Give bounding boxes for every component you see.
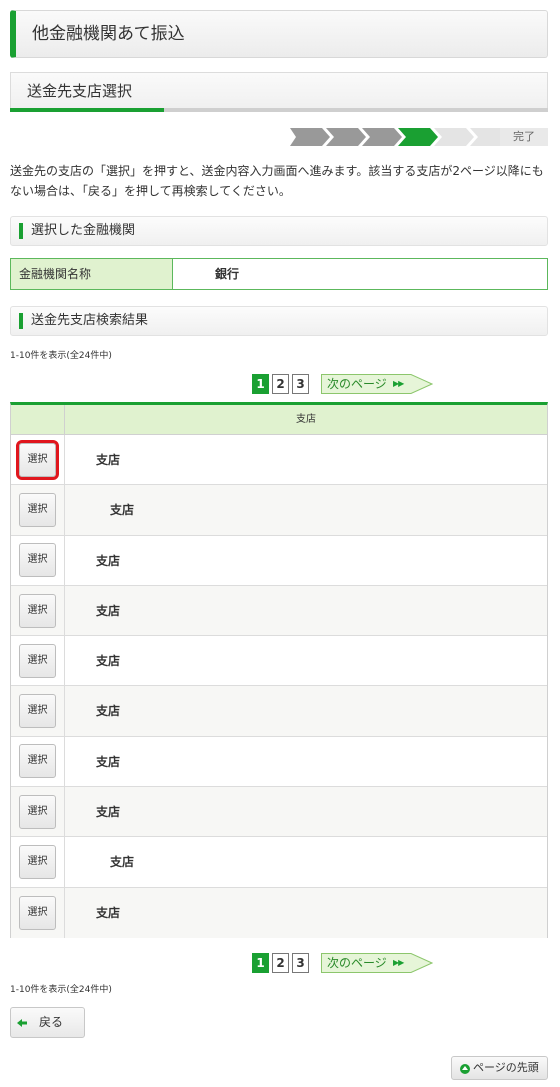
table-row: 選択 支店 xyxy=(11,887,547,938)
back-button-label: 戻る xyxy=(39,1015,64,1029)
page-1-link[interactable]: 1 xyxy=(252,953,269,973)
up-arrow-circle-icon xyxy=(460,1064,470,1074)
step-5 xyxy=(434,128,474,146)
branch-results-table: 支店 選択 支店 選択 支店 選択 支店 選択 支店 選択 支店 選択 支店 選… xyxy=(10,402,548,938)
back-button[interactable]: 戻る xyxy=(10,1007,85,1038)
table-row: 選択 支店 xyxy=(11,535,547,586)
branch-name: 支店 xyxy=(96,553,121,568)
table-row: 選択 支店 xyxy=(11,736,547,788)
step-4-current xyxy=(398,128,438,146)
bank-name-label: 金融機関名称 xyxy=(11,259,173,289)
select-button[interactable]: 選択 xyxy=(19,744,56,779)
select-button[interactable]: 選択 xyxy=(16,439,59,480)
select-button[interactable]: 選択 xyxy=(19,694,56,729)
table-row: 選択 支店 xyxy=(11,787,547,838)
branch-name: 支店 xyxy=(96,603,121,618)
branch-name: 支店 xyxy=(96,704,121,719)
double-arrow-icon: ▶▶ xyxy=(393,379,404,388)
selected-bank-table: 金融機関名称 銀行 xyxy=(10,258,548,290)
pagination-bottom: 1 2 3 次のページ ▶▶ xyxy=(252,953,433,973)
step-1 xyxy=(290,128,330,146)
pagination-top: 1 2 3 次のページ ▶▶ xyxy=(252,374,433,394)
branch-name: 支店 xyxy=(110,855,135,870)
select-button[interactable]: 選択 xyxy=(19,794,56,829)
selected-bank-section-title: 選択した金融機関 xyxy=(10,216,548,246)
branch-name: 支店 xyxy=(96,754,121,769)
branch-name: 支店 xyxy=(96,654,121,669)
step-done-label: 完了 xyxy=(500,128,548,146)
instruction-text: 送金先の支店の「選択」を押すと、送金内容入力画面へ進みます。該当する支店が2ペー… xyxy=(10,164,544,198)
bank-name-value: 銀行 xyxy=(215,267,240,281)
table-row: 選択 支店 xyxy=(11,686,547,737)
select-button[interactable]: 選択 xyxy=(19,593,56,628)
select-button[interactable]: 選択 xyxy=(19,492,56,527)
step-3 xyxy=(362,128,402,146)
select-button[interactable]: 選択 xyxy=(19,845,56,880)
branch-name: 支店 xyxy=(110,503,135,518)
select-button[interactable]: 選択 xyxy=(19,543,56,578)
next-page-label: 次のページ xyxy=(327,377,387,391)
table-row: 選択 支店 xyxy=(11,636,547,687)
table-row: 選択 支店 xyxy=(11,435,547,486)
result-count-bottom: 1-10件を表示(全24件中) xyxy=(10,985,112,995)
table-row: 選択 支店 xyxy=(11,585,547,637)
page-2-link[interactable]: 2 xyxy=(272,374,289,394)
next-page-button[interactable]: 次のページ ▶▶ xyxy=(321,374,433,394)
sub-title: 送金先支店選択 xyxy=(10,72,548,112)
page-top-button[interactable]: ページの先頭 xyxy=(451,1056,548,1080)
result-count-top: 1-10件を表示(全24件中) xyxy=(10,351,112,361)
page-title: 他金融機関あて振込 xyxy=(10,10,548,58)
double-arrow-icon: ▶▶ xyxy=(393,958,404,967)
step-indicator xyxy=(290,128,510,146)
results-section-title: 送金先支店検索結果 xyxy=(10,306,548,336)
table-row: 選択 支店 xyxy=(11,485,547,536)
page-1-link[interactable]: 1 xyxy=(252,374,269,394)
branch-name: 支店 xyxy=(96,805,121,820)
step-2 xyxy=(326,128,366,146)
branch-name: 支店 xyxy=(96,905,121,920)
branch-name: 支店 xyxy=(96,453,121,467)
branch-column-header: 支店 xyxy=(296,414,316,425)
select-button[interactable]: 選択 xyxy=(19,643,56,678)
page-3-link[interactable]: 3 xyxy=(292,953,309,973)
page-3-link[interactable]: 3 xyxy=(292,374,309,394)
table-row: 選択 支店 xyxy=(11,837,547,888)
select-button[interactable]: 選択 xyxy=(19,895,56,930)
page-top-label: ページの先頭 xyxy=(473,1061,539,1074)
sub-title-progress-underline xyxy=(10,108,548,112)
next-page-label: 次のページ xyxy=(327,956,387,970)
next-page-button[interactable]: 次のページ ▶▶ xyxy=(321,953,433,973)
back-arrow-icon xyxy=(17,1019,27,1027)
page-2-link[interactable]: 2 xyxy=(272,953,289,973)
table-header: 支店 xyxy=(11,405,547,435)
